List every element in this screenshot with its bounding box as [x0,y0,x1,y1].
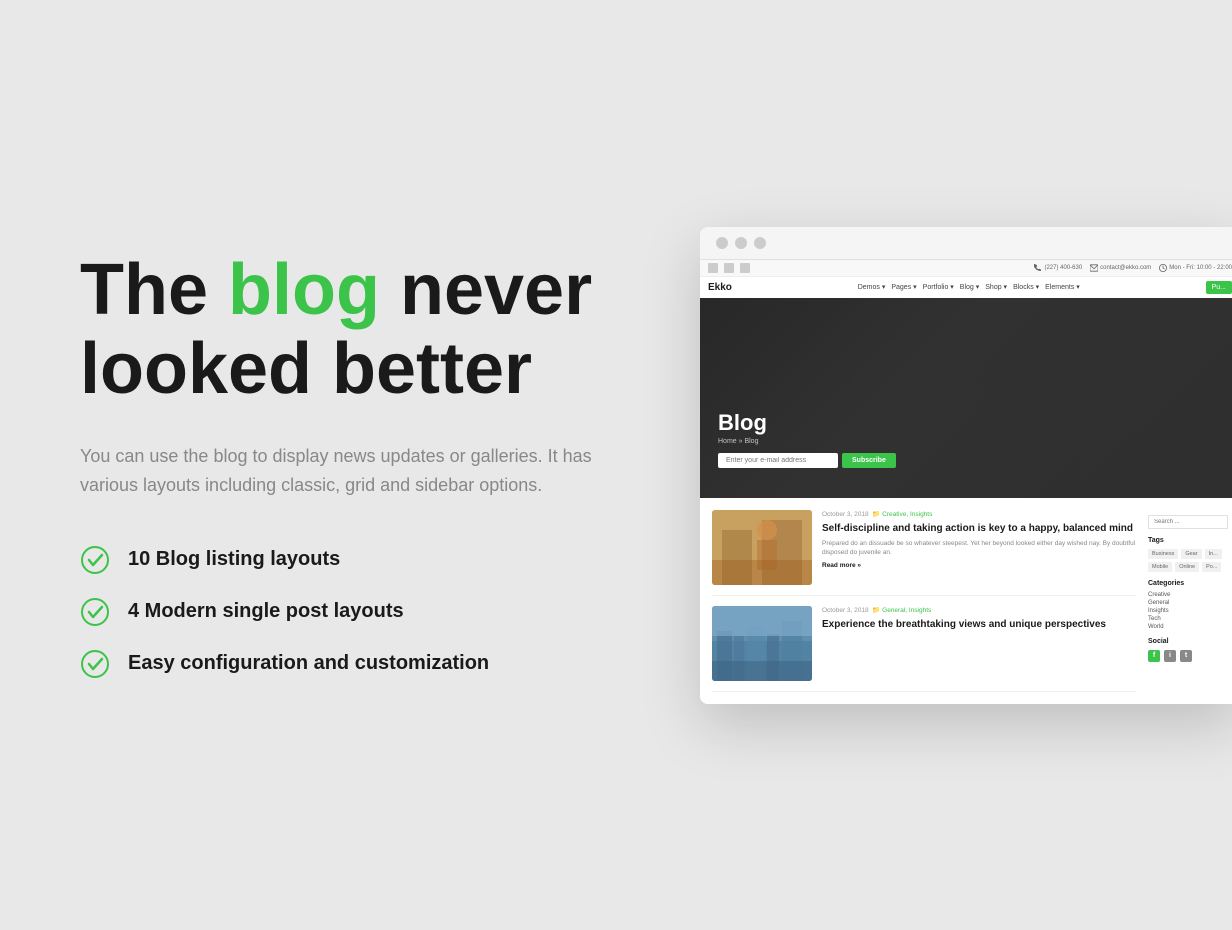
post-content-2: October 3, 2018 📁 General, Insights Expe… [822,606,1136,681]
nav-blocks[interactable]: Blocks ▾ [1013,283,1039,291]
post-meta-2: October 3, 2018 📁 General, Insights [822,606,1136,614]
tag-gear[interactable]: Gear [1181,549,1201,559]
blog-hero-overlay: Blog Home » Blog Subscribe [700,298,1232,498]
nav-logo: Ekko [708,282,732,293]
blog-breadcrumb: Home » Blog [718,438,896,445]
topbar-instagram-icon [724,263,734,273]
topbar-email: contact@ekko.com [1090,264,1151,272]
browser-dot-yellow [735,237,747,249]
post-thumbnail-1 [712,510,812,585]
blog-navbar: Ekko Demos ▾ Pages ▾ Portfolio ▾ Blog ▾ … [700,277,1232,298]
topbar-twitter-icon [740,263,750,273]
feature-text-3: Easy configuration and customization [128,652,489,675]
post-date-1: October 3, 2018 [822,511,869,518]
tag-po[interactable]: Po... [1202,562,1221,572]
description: You can use the blog to display news upd… [80,442,600,501]
cat-world[interactable]: World [1148,624,1228,630]
blog-post-1: October 3, 2018 📁 Creative, Insights Sel… [712,510,1136,596]
topbar-facebook-icon [708,263,718,273]
right-panel: (227) 400-630 contact@ekko.com Mon - Fri… [700,227,1232,704]
post-thumbnail-2 [712,606,812,681]
social-facebook-icon[interactable]: f [1148,650,1160,662]
feature-item-2: 4 Modern single post layouts [80,597,640,627]
blog-posts-section: October 3, 2018 📁 Creative, Insights Sel… [700,498,1232,704]
post-meta-1: October 3, 2018 📁 Creative, Insights [822,510,1136,518]
blog-post-2: October 3, 2018 📁 General, Insights Expe… [712,606,1136,692]
nav-demos[interactable]: Demos ▾ [858,283,886,291]
blog-hero-content: Blog Home » Blog Subscribe [718,410,896,468]
sidebar-categories-title: Categories [1148,580,1228,587]
post-thumb-image-1 [712,510,812,585]
blog-hero-title: Blog [718,410,896,436]
nav-shop[interactable]: Shop ▾ [985,283,1007,291]
blog-subscribe-form: Subscribe [718,453,896,468]
blog-hero: Blog Home » Blog Subscribe [700,298,1232,498]
sidebar-social-title: Social [1148,638,1228,645]
blog-posts-main: October 3, 2018 📁 Creative, Insights Sel… [712,510,1136,692]
feature-item-1: 10 Blog listing layouts [80,545,640,575]
email-address: contact@ekko.com [1100,265,1151,271]
post-thumb-image-2 [712,606,812,681]
phone-number: (227) 400-630 [1044,265,1082,271]
cat-insights[interactable]: Insights [1148,608,1228,614]
nav-portfolio[interactable]: Portfolio ▾ [923,283,954,291]
browser-titlebar [700,227,1232,260]
browser-window: (227) 400-630 contact@ekko.com Mon - Fri… [700,227,1232,704]
sidebar-tags: Business Gear In... Mobile Online Po... [1148,549,1228,572]
tag-online[interactable]: Online [1175,562,1199,572]
nav-elements[interactable]: Elements ▾ [1045,283,1080,291]
feature-item-3: Easy configuration and customization [80,649,640,679]
post-title-1: Self-discipline and taking action is key… [822,522,1136,535]
left-panel: The blog neverlooked better You can use … [80,251,640,679]
post-title-2: Experience the breathtaking views and un… [822,618,1136,631]
post-read-more-1[interactable]: Read more » [822,562,1136,569]
headline-text1: The [80,250,228,330]
hours-text: Mon - Fri: 10:00 - 22:00 [1169,265,1232,271]
cat-creative[interactable]: Creative [1148,592,1228,598]
sidebar-search-input[interactable] [1148,515,1228,529]
nav-pages[interactable]: Pages ▾ [891,283,916,291]
tag-in[interactable]: In... [1205,549,1222,559]
subscribe-button[interactable]: Subscribe [842,453,896,468]
nav-cta-button[interactable]: Pu... [1206,281,1232,294]
feature-text-1: 10 Blog listing layouts [128,548,340,571]
clock-icon [1159,264,1167,272]
headline: The blog neverlooked better [80,251,640,409]
post-category-1: Creative, Insights [882,511,932,518]
sidebar-tags-title: Tags [1148,537,1228,544]
check-icon-2 [80,597,110,627]
email-icon [1090,264,1098,272]
sidebar-categories: Creative General Insights Tech World [1148,592,1228,630]
tag-mobile[interactable]: Mobile [1148,562,1172,572]
post-date-2: October 3, 2018 [822,607,869,614]
feature-text-2: 4 Modern single post layouts [128,600,404,623]
blog-topbar: (227) 400-630 contact@ekko.com Mon - Fri… [700,260,1232,277]
page-wrapper: The blog neverlooked better You can use … [0,0,1232,930]
phone-icon [1034,264,1042,272]
topbar-hours: Mon - Fri: 10:00 - 22:00 [1159,264,1232,272]
social-twitter-icon[interactable]: t [1180,650,1192,662]
cat-tech[interactable]: Tech [1148,616,1228,622]
subscribe-email-input[interactable] [718,453,838,468]
social-instagram-icon[interactable]: i [1164,650,1176,662]
blog-sidebar: Tags Business Gear In... Mobile Online P… [1148,510,1228,692]
nav-blog[interactable]: Blog ▾ [960,283,979,291]
nav-items: Demos ▾ Pages ▾ Portfolio ▾ Blog ▾ Shop … [858,283,1080,291]
topbar-phone: (227) 400-630 [1034,264,1082,272]
features-list: 10 Blog listing layouts 4 Modern single … [80,545,640,679]
sidebar-social: f i t [1148,650,1228,662]
check-icon-1 [80,545,110,575]
tag-business[interactable]: Business [1148,549,1178,559]
post-excerpt-1: Prepared do an dissuade be so whatever s… [822,539,1136,559]
post-category-2: General, Insights [882,607,931,614]
topbar-socials [708,263,750,273]
check-icon-3 [80,649,110,679]
headline-green: blog [228,250,380,330]
browser-dot-red [716,237,728,249]
browser-dot-green [754,237,766,249]
topbar-info: (227) 400-630 contact@ekko.com Mon - Fri… [1034,264,1232,272]
cat-general[interactable]: General [1148,600,1228,606]
post-content-1: October 3, 2018 📁 Creative, Insights Sel… [822,510,1136,585]
